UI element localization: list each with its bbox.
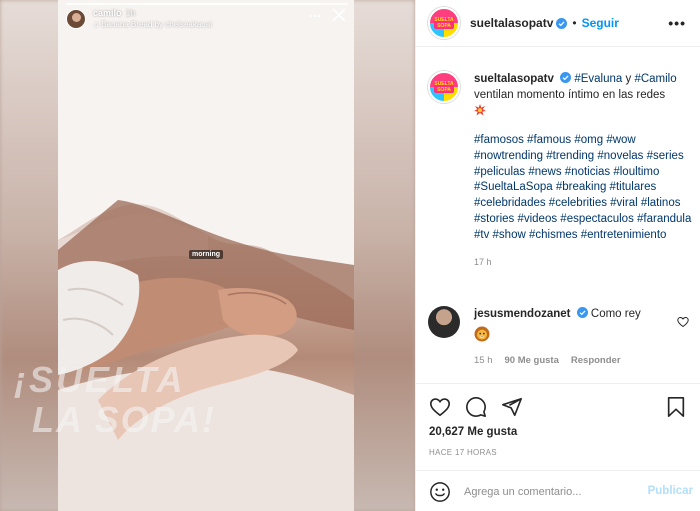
collision-emoji: [474, 104, 486, 116]
story-music: ♫ Banana Bread by chelseakauai: [93, 20, 212, 29]
caption-username[interactable]: sueltalasopatv: [474, 73, 554, 85]
comment-likes[interactable]: 90 Me gusta: [505, 355, 559, 366]
post-timestamp: HACE 17 HORAS: [429, 448, 497, 457]
lion-emoji: [474, 326, 490, 342]
story-progress-bar: [66, 3, 348, 5]
publish-button[interactable]: Publicar: [648, 485, 693, 497]
caption-time: 17 h: [474, 256, 492, 267]
post-header: SUELTA SOPA sueltalasopatv • Seguir •••: [416, 0, 700, 47]
post-caption: SUELTA SOPA sueltalasopatv #Evaluna y #C…: [428, 71, 693, 270]
story-more-icon[interactable]: [308, 9, 322, 23]
caption-hashtag-camilo[interactable]: #Camilo: [634, 73, 676, 85]
heart-icon[interactable]: [429, 396, 451, 418]
commenter-username[interactable]: jesusmendozanet: [474, 308, 571, 320]
comment-time: 15 h: [474, 355, 493, 366]
follow-button[interactable]: Seguir: [582, 16, 619, 30]
share-icon[interactable]: [501, 396, 523, 418]
emoji-icon[interactable]: [429, 481, 451, 503]
author-avatar[interactable]: SUELTA SOPA: [428, 7, 460, 39]
verified-icon: [560, 72, 572, 83]
verified-icon: [576, 307, 588, 318]
story-avatar[interactable]: [66, 9, 86, 29]
post-actions: 20,627 Me gusta HACE 17 HORAS Publicar: [415, 383, 700, 511]
comment-icon[interactable]: [465, 396, 487, 418]
story-header: camilo 1h ♫ Banana Bread by chelseakauai: [66, 8, 212, 30]
commenter-avatar[interactable]: [428, 306, 460, 338]
caption-connector: y: [625, 73, 632, 85]
likes-count[interactable]: 20,627 Me gusta: [429, 426, 517, 438]
close-icon[interactable]: [331, 7, 347, 23]
comment-item: jesusmendozanet Como rey 15 h 90 Me gust…: [428, 306, 693, 366]
header-separator: •: [572, 16, 577, 30]
caption-avatar[interactable]: SUELTA SOPA: [428, 71, 460, 103]
caption-hashtag-evaluna[interactable]: #Evaluna: [574, 73, 622, 85]
comment-composer: Publicar: [415, 470, 700, 511]
verified-icon: [556, 17, 568, 29]
comment-input[interactable]: [464, 483, 634, 501]
story-text-sticker: morning: [189, 250, 223, 259]
comment-text: Como rey: [590, 308, 641, 320]
bookmark-icon[interactable]: [665, 396, 687, 418]
comment-like-icon[interactable]: [677, 316, 689, 328]
more-options-icon[interactable]: •••: [668, 15, 686, 31]
post-media[interactable]: camilo 1h ♫ Banana Bread by chelseakauai …: [0, 0, 415, 511]
reply-button[interactable]: Responder: [571, 355, 621, 366]
story-time: 1h: [125, 8, 136, 18]
caption-text: ventilan momento íntimo en las redes: [474, 89, 666, 101]
author-username[interactable]: sueltalasopatv: [470, 16, 553, 30]
watermark-logo: ¡SUELTA LA SOPA!: [14, 359, 216, 440]
story-username[interactable]: camilo 1h: [93, 8, 212, 19]
caption-hashtags[interactable]: #famosos #famous #omg #wow #nowtrending …: [474, 133, 693, 244]
